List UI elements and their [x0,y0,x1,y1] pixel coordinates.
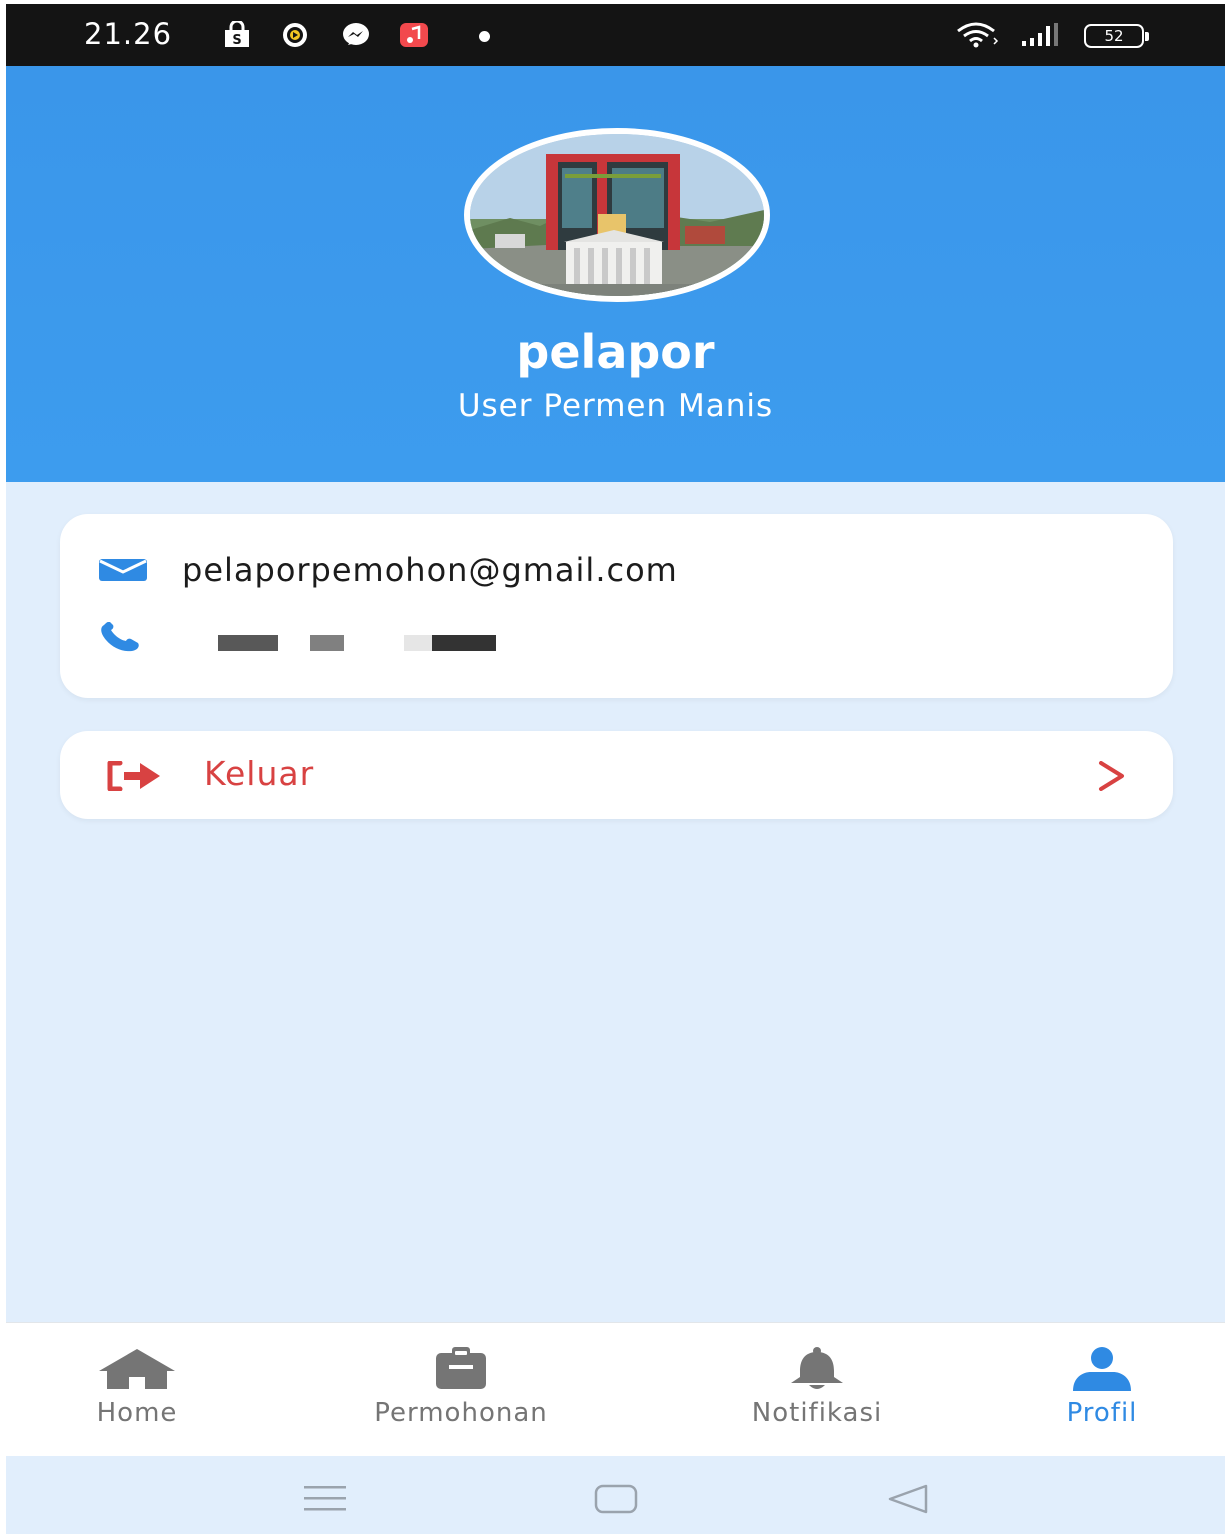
system-nav-bar [6,1456,1225,1534]
menu-icon[interactable] [304,1484,346,1512]
home-icon [99,1349,175,1389]
phone-redacted [404,635,432,651]
shopping-bag-icon: S [225,21,249,48]
phone-redacted [310,635,344,651]
email-text: pelaporpemohon@gmail.com [182,551,678,589]
svg-text:S: S [232,33,241,48]
home-square-icon[interactable] [594,1484,638,1514]
logout-label: Keluar [204,754,315,793]
chevron-right-icon [1099,761,1124,791]
notification-dot [479,31,490,42]
signal-icon [1022,23,1058,46]
profile-name: pelapor [516,325,715,379]
contact-card: pelaporpemohon@gmail.com [60,514,1173,698]
avatar[interactable] [464,128,770,302]
logout-button[interactable]: Keluar [60,731,1173,819]
profile-screen: 21.26 S 52 pelapor User Permen Manis pel… [6,4,1225,1534]
video-player-icon [283,23,307,47]
status-bar: 21.26 S 52 [6,4,1225,66]
messenger-icon [343,23,369,45]
nav-label-home: Home [96,1398,178,1428]
profile-header: pelapor User Permen Manis [6,66,1225,482]
wifi-icon [957,22,999,48]
phone-icon [101,622,139,652]
email-icon [99,559,147,581]
music-app-icon [400,23,428,47]
avatar-image [470,134,764,296]
back-triangle-icon[interactable] [886,1484,930,1514]
phone-redacted [432,635,496,651]
phone-redacted [218,635,278,651]
nav-label-profil: Profil [1066,1398,1138,1428]
nav-label-permohonan: Permohonan [374,1398,548,1428]
nav-item-profil[interactable]: Profil [1042,1347,1162,1443]
nav-item-home[interactable]: Home [72,1347,202,1443]
nav-label-notifikasi: Notifikasi [751,1398,883,1428]
nav-item-permohonan[interactable]: Permohonan [336,1347,586,1443]
clipboard-icon [436,1347,486,1389]
user-icon [1073,1347,1131,1391]
bell-icon [791,1347,843,1389]
battery-indicator: 52 [1084,24,1149,48]
battery-level: 52 [1104,27,1124,45]
bottom-nav: Home Permohonan Notifikasi Profil [6,1322,1225,1456]
nav-item-notifikasi[interactable]: Notifikasi [722,1347,912,1443]
status-time: 21.26 [84,17,173,51]
logout-icon [107,761,160,791]
profile-role: User Permen Manis [457,388,774,424]
